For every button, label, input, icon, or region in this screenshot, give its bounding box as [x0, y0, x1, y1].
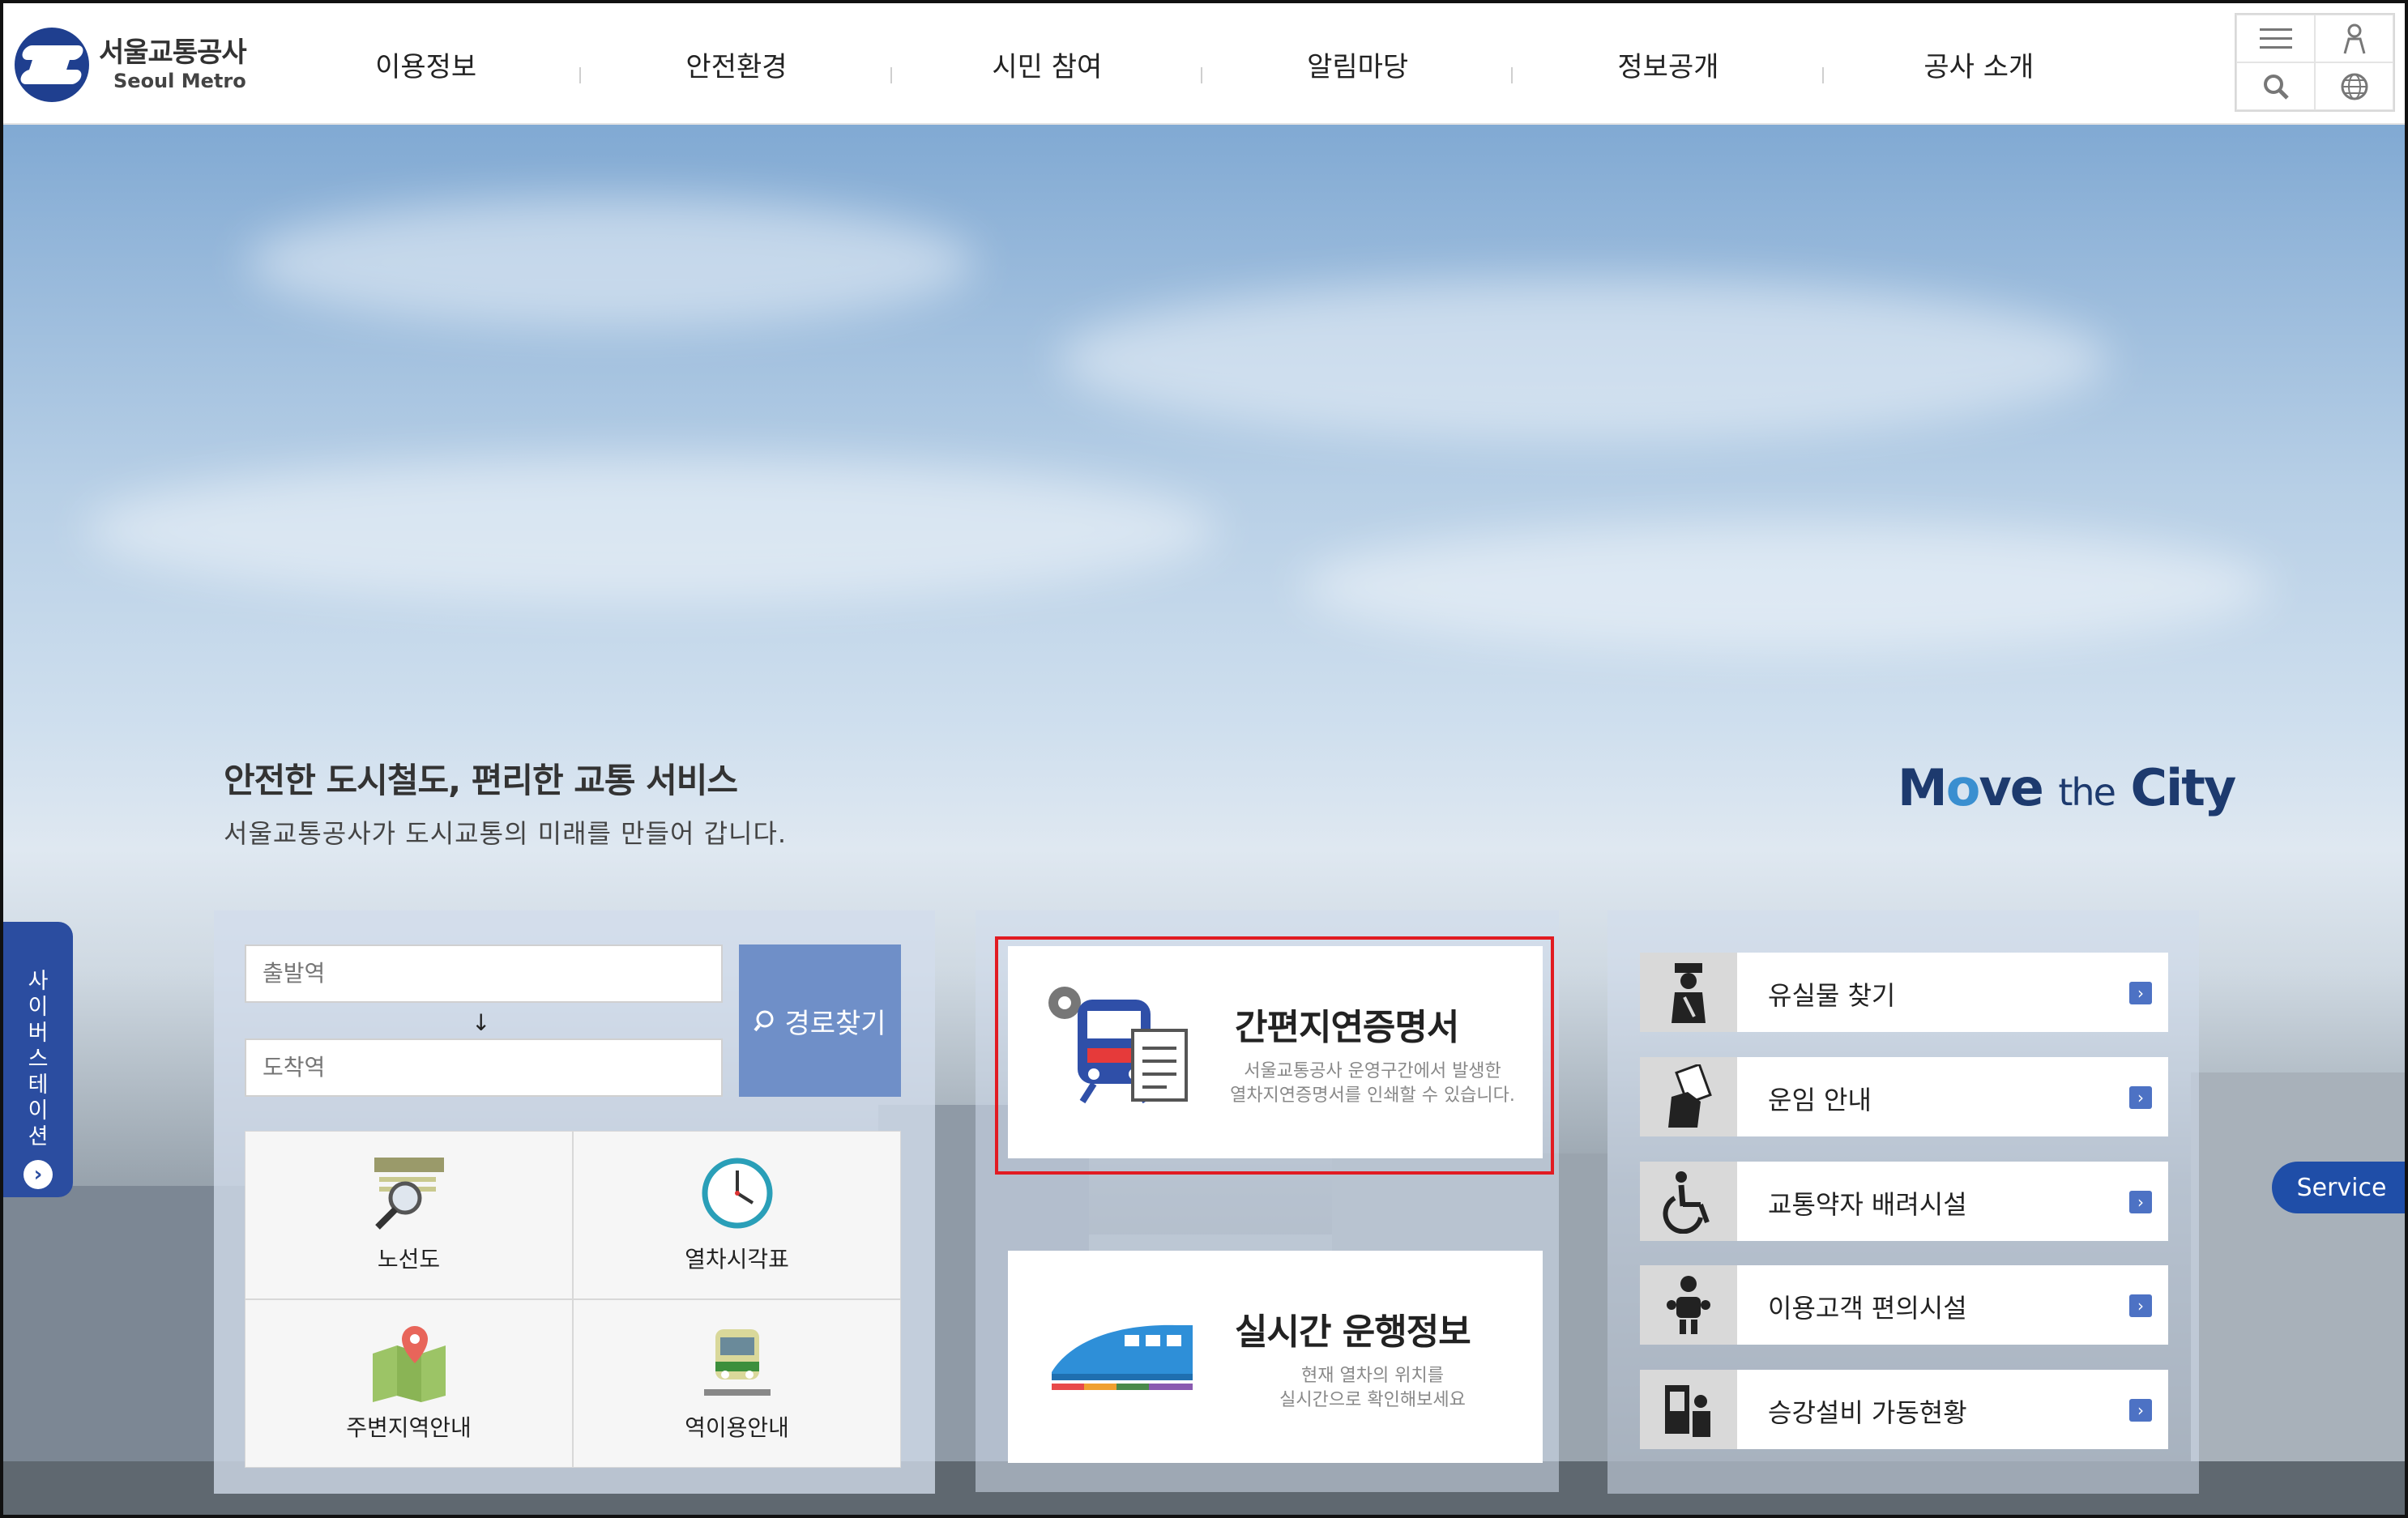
- chevron-right-icon: ›: [2129, 982, 2152, 1004]
- hero-subtitle: 서울교통공사가 도시교통의 미래를 만들어 갑니다.: [224, 818, 788, 849]
- quick-link-label: 노선도: [377, 1246, 441, 1273]
- realtime-operation-card[interactable]: 실시간 운행정보 현재 열차의 위치를 실시간으로 확인해보세요: [1008, 1251, 1543, 1463]
- cyber-tab-char: 스: [28, 1047, 49, 1072]
- quick-link-timetable[interactable]: 열차시각표: [573, 1131, 901, 1299]
- quick-link-label: 역이용안내: [685, 1414, 789, 1441]
- nav-item-safety[interactable]: 안전환경: [581, 45, 892, 84]
- bullet-train-icon: [1052, 1324, 1193, 1390]
- nav-item-usage-info[interactable]: 이용정보: [271, 45, 582, 84]
- hamburger-menu-icon[interactable]: [2236, 15, 2315, 62]
- arrival-station-input[interactable]: [245, 1038, 723, 1097]
- move-the-city-slogan: Move the City: [1898, 758, 2236, 817]
- nav-item-about[interactable]: 공사 소개: [1824, 45, 2134, 84]
- service-item-label: 승강설비 가동현황: [1768, 1397, 1967, 1428]
- cyber-tab-char: 테: [28, 1072, 49, 1098]
- wheelchair-icon: [1640, 1162, 1737, 1241]
- search-icon[interactable]: [2236, 62, 2315, 110]
- cloud: [246, 198, 976, 327]
- seoul-metro-logo[interactable]: 서울교통공사 Seoul Metro: [15, 28, 258, 102]
- card-description: 현재 열차의 위치를 실시간으로 확인해보세요: [1210, 1364, 1535, 1413]
- quick-link-label: 열차시각표: [685, 1246, 789, 1273]
- service-item-convenience[interactable]: 이용고객 편의시설 ›: [1640, 1265, 2168, 1345]
- service-item-fare-guide[interactable]: 운임 안내 ›: [1640, 1057, 2168, 1136]
- hand-ticket-icon: [1640, 1057, 1737, 1136]
- service-tab[interactable]: Service: [2272, 1162, 2405, 1213]
- service-item-lost-found[interactable]: 유실물 찾기 ›: [1640, 953, 2168, 1032]
- nav-label: 알림마당: [1307, 50, 1409, 83]
- logo-korean-text: 서울교통공사: [99, 36, 247, 69]
- cloud: [1300, 522, 2272, 651]
- service-item-label: 이용고객 편의시설: [1768, 1293, 1967, 1324]
- slogan-part: M: [1898, 758, 1948, 817]
- nav-label: 안전환경: [685, 50, 788, 83]
- map-pin-icon: [372, 1326, 446, 1402]
- globe-language-icon[interactable]: [2315, 62, 2393, 110]
- nav-item-notice[interactable]: 알림마당: [1202, 45, 1514, 84]
- logo-english-text: Seoul Metro: [113, 70, 246, 92]
- quick-link-route-map[interactable]: 노선도: [245, 1131, 573, 1299]
- card-title: 실시간 운행정보: [1235, 1311, 1471, 1353]
- utility-menu: [2235, 13, 2395, 112]
- nav-item-disclosure[interactable]: 정보공개: [1513, 45, 1824, 84]
- clock-icon: [702, 1158, 772, 1229]
- route-button-label: 경로찾기: [784, 1007, 886, 1040]
- cyber-station-tab[interactable]: 사 이 버 스 테 이 션 ›: [3, 922, 73, 1197]
- slogan-part: the: [2058, 770, 2116, 814]
- user-icon[interactable]: [2315, 15, 2393, 62]
- hero-title: 안전한 도시철도, 편리한 교통 서비스: [224, 761, 738, 800]
- slogan-part: o: [1945, 758, 1981, 817]
- quick-links-grid: 노선도 열차시각표 주변지역안내 역이용안내: [245, 1131, 901, 1468]
- service-item-label: 교통약자 배려시설: [1768, 1189, 1967, 1220]
- search-icon: [754, 1010, 774, 1032]
- cyber-tab-char: 사: [28, 969, 49, 994]
- logo-mark-icon: [15, 28, 89, 102]
- nav-label: 시민 참여: [992, 50, 1103, 83]
- cyber-tab-char: 버: [28, 1021, 49, 1046]
- page-frame: 서울교통공사 Seoul Metro 이용정보 안전환경 시민 참여 알림마당 …: [0, 0, 2408, 1518]
- nav-label: 정보공개: [1617, 50, 1719, 83]
- baby-care-icon: [1640, 1265, 1737, 1345]
- slogan-part: City: [2114, 758, 2236, 817]
- highlight-box: [995, 936, 1554, 1175]
- nav-item-citizen[interactable]: 시민 참여: [892, 45, 1202, 84]
- service-item-label: 운임 안내: [1768, 1085, 1872, 1115]
- route-map-icon: [374, 1158, 444, 1230]
- card-desc-line: 현재 열차의 위치를: [1301, 1366, 1444, 1386]
- chevron-right-icon: ›: [2129, 1294, 2152, 1317]
- service-list-panel: 유실물 찾기 › 운임 안내 › 교통약자 배려시설 › 이용고객 편의시설 ›: [1607, 910, 2199, 1494]
- chevron-right-icon: ›: [2129, 1399, 2152, 1422]
- route-search-panel: ↓ 경로찾기 노선도: [214, 910, 935, 1494]
- cloud: [84, 457, 1219, 603]
- cyber-tab-char: 이: [28, 995, 49, 1020]
- cyber-tab-char: 션: [28, 1124, 49, 1149]
- chevron-right-icon: ›: [2129, 1191, 2152, 1213]
- quick-link-area-guide[interactable]: 주변지역안내: [245, 1299, 573, 1468]
- quick-link-label: 주변지역안내: [346, 1414, 472, 1441]
- service-item-elevator-status[interactable]: 승강설비 가동현황 ›: [1640, 1370, 2168, 1449]
- arrow-down-icon: ↓: [472, 1009, 491, 1036]
- route-search-button[interactable]: 경로찾기: [739, 944, 901, 1097]
- cyber-tab-char: 이: [28, 1098, 49, 1124]
- card-desc-line: 실시간으로 확인해보세요: [1279, 1390, 1466, 1410]
- nav-label: 공사 소개: [1923, 50, 2034, 83]
- service-item-label: 유실물 찾기: [1768, 980, 1896, 1011]
- chevron-right-icon: ›: [23, 1160, 53, 1189]
- police-officer-icon: [1640, 953, 1737, 1032]
- main-navigation: 이용정보 안전환경 시민 참여 알림마당 정보공개 공사 소개: [271, 3, 2134, 125]
- slogan-part: ve: [1979, 758, 2059, 817]
- quick-link-station-guide[interactable]: 역이용안내: [573, 1299, 901, 1468]
- chevron-right-icon: ›: [2129, 1086, 2152, 1109]
- site-header: 서울교통공사 Seoul Metro 이용정보 안전환경 시민 참여 알림마당 …: [3, 3, 2405, 125]
- departure-station-input[interactable]: [245, 944, 723, 1003]
- train-station-icon: [703, 1329, 771, 1396]
- service-item-accessibility[interactable]: 교통약자 배려시설 ›: [1640, 1162, 2168, 1241]
- cloud: [1057, 279, 2110, 441]
- elevator-icon: [1640, 1370, 1737, 1449]
